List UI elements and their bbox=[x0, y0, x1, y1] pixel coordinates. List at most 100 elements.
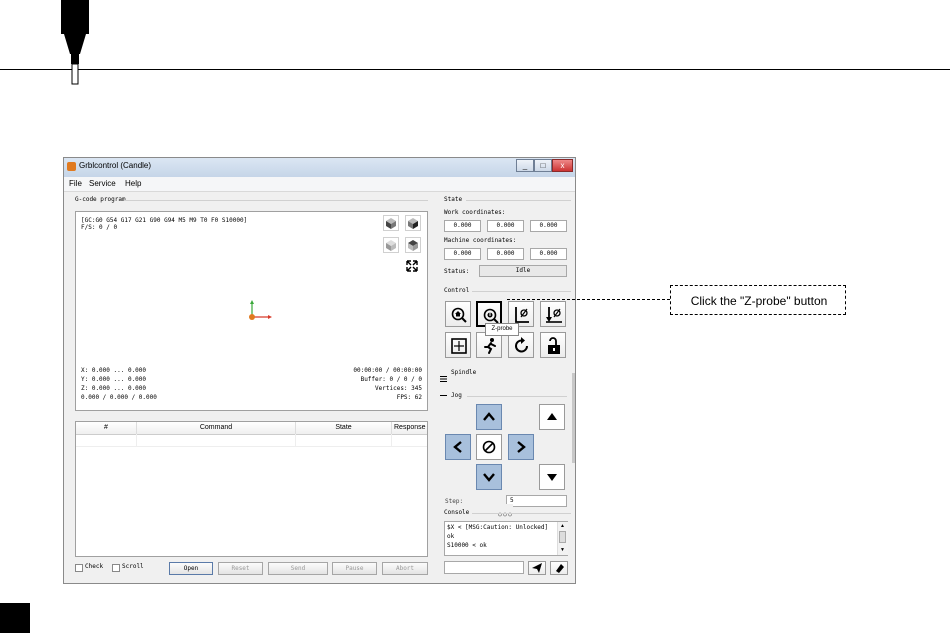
page-corner-block bbox=[0, 603, 30, 633]
collapse-icon[interactable] bbox=[440, 395, 447, 396]
chevron-up-icon bbox=[483, 412, 495, 421]
gcode-group-title: G-code program bbox=[75, 196, 126, 203]
control-group-title: Control bbox=[444, 287, 470, 294]
title-bar[interactable]: Grblcontrol (Candle) _ □ x bbox=[64, 158, 575, 177]
triangle-down-icon bbox=[547, 474, 557, 481]
app-icon bbox=[67, 162, 76, 171]
cell-divider bbox=[391, 434, 392, 446]
jog-stop-button[interactable] bbox=[476, 434, 502, 460]
group-divider bbox=[467, 396, 567, 397]
menu-service[interactable]: Service bbox=[89, 179, 116, 188]
clear-console-button[interactable] bbox=[550, 561, 568, 575]
unlock-icon bbox=[548, 337, 560, 354]
pause-button[interactable]: Pause bbox=[332, 562, 377, 575]
column-header-response[interactable]: Response bbox=[392, 422, 427, 434]
work-y-field: 0.000 bbox=[487, 220, 524, 232]
chevron-right-icon bbox=[517, 441, 526, 453]
console-output[interactable]: $X < [MSG:Caution: Unlocked] ok S10000 <… bbox=[444, 521, 568, 556]
jog-y-plus-button[interactable] bbox=[476, 404, 502, 430]
visualizer-view[interactable]: [GC:G0 G54 G17 G21 G90 G94 M5 M9 T0 F0 S… bbox=[75, 211, 428, 411]
console-command-input[interactable] bbox=[444, 561, 524, 574]
home-icon bbox=[451, 307, 467, 323]
scroll-label: Scroll bbox=[122, 563, 144, 570]
scroll-down-icon[interactable]: ▼ bbox=[560, 547, 565, 553]
jog-step-field[interactable]: 5 bbox=[506, 495, 567, 507]
view-front-button[interactable] bbox=[383, 237, 399, 253]
jog-x-minus-button[interactable] bbox=[445, 434, 471, 460]
parser-state-text: [GC:G0 G54 G17 G21 G90 G94 M5 M9 T0 F0 S… bbox=[81, 217, 248, 224]
feed-speed-text: F/S: 0 / 0 bbox=[81, 224, 118, 231]
reset-button[interactable]: Reset bbox=[218, 562, 263, 575]
cube-view-icon bbox=[386, 218, 396, 229]
paper-plane-icon bbox=[532, 563, 542, 573]
cell-divider bbox=[295, 434, 296, 446]
table-row[interactable] bbox=[76, 434, 427, 447]
eraser-icon bbox=[556, 564, 564, 573]
cube-view-icon bbox=[408, 240, 418, 251]
jog-step-label: Step: bbox=[445, 498, 464, 505]
menu-bar: File Service Help bbox=[64, 177, 575, 192]
group-divider bbox=[472, 513, 571, 514]
home-button[interactable] bbox=[445, 301, 471, 327]
view-iso-left-button[interactable] bbox=[383, 215, 399, 231]
work-coordinates-label: Work coordinates: bbox=[444, 209, 506, 216]
check-checkbox[interactable] bbox=[75, 564, 83, 572]
open-button[interactable]: Open bbox=[169, 562, 213, 575]
spindle-group-title[interactable]: Spindle bbox=[451, 369, 476, 376]
triangle-up-icon bbox=[547, 413, 557, 420]
unlock-button[interactable] bbox=[540, 332, 566, 358]
view-iso-right-button[interactable] bbox=[405, 215, 421, 231]
cube-view-icon bbox=[386, 240, 396, 251]
console-line: $X < [MSG:Caution: Unlocked] bbox=[447, 524, 549, 531]
hamburger-icon bbox=[440, 376, 447, 382]
minimize-button[interactable]: _ bbox=[516, 159, 534, 172]
scroll-up-icon[interactable]: ▲ bbox=[560, 523, 565, 529]
abort-button[interactable]: Abort bbox=[382, 562, 428, 575]
machine-y-field: 0.000 bbox=[487, 248, 524, 260]
range-z-text: Z: 0.000 ... 0.000 bbox=[81, 385, 147, 392]
jog-y-minus-button[interactable] bbox=[476, 464, 502, 490]
buffer-text: Buffer: 0 / 0 / 0 bbox=[360, 376, 422, 383]
state-group-title: State bbox=[444, 196, 463, 203]
work-z-field: 0.000 bbox=[530, 220, 567, 232]
column-header-state[interactable]: State bbox=[296, 422, 392, 434]
group-divider bbox=[472, 291, 571, 292]
maximize-button[interactable]: □ bbox=[534, 159, 552, 172]
scroll-thumb[interactable] bbox=[559, 531, 566, 543]
callout-leader-line bbox=[507, 299, 670, 300]
jog-x-plus-button[interactable] bbox=[508, 434, 534, 460]
z-probe-tooltip: Z-probe bbox=[485, 323, 519, 336]
console-scrollbar[interactable]: ▲ ▼ bbox=[557, 522, 568, 555]
jog-z-plus-button[interactable] bbox=[539, 404, 565, 430]
program-table[interactable]: # Command State Response bbox=[75, 421, 428, 557]
group-divider bbox=[124, 200, 428, 201]
jog-group-title[interactable]: Jog bbox=[451, 392, 462, 399]
panel-scrollbar[interactable] bbox=[572, 373, 575, 463]
send-command-button[interactable] bbox=[528, 561, 546, 575]
column-header-number[interactable]: # bbox=[76, 422, 137, 434]
range-y-text: Y: 0.000 ... 0.000 bbox=[81, 376, 147, 383]
splitter-handle[interactable] bbox=[497, 504, 513, 517]
splitter-handle[interactable] bbox=[242, 413, 258, 426]
expand-icon bbox=[406, 260, 418, 272]
menu-help[interactable]: Help bbox=[125, 179, 141, 188]
running-man-icon bbox=[484, 338, 496, 354]
status-label: Status: bbox=[444, 268, 470, 275]
menu-icon[interactable] bbox=[440, 369, 447, 382]
send-button[interactable]: Send bbox=[268, 562, 328, 575]
check-label: Check bbox=[85, 563, 104, 570]
menu-file[interactable]: File bbox=[69, 179, 82, 188]
scroll-checkbox[interactable] bbox=[112, 564, 120, 572]
elapsed-time-text: 00:00:00 / 00:00:00 bbox=[353, 367, 422, 374]
column-header-command[interactable]: Command bbox=[137, 422, 296, 434]
close-button[interactable]: x bbox=[552, 159, 573, 172]
jog-z-minus-button[interactable] bbox=[539, 464, 565, 490]
restore-origin-button[interactable] bbox=[445, 332, 471, 358]
view-top-button[interactable] bbox=[405, 237, 421, 253]
range-x-text: X: 0.000 ... 0.000 bbox=[81, 367, 147, 374]
zero-z-button[interactable] bbox=[540, 301, 566, 327]
fit-view-button[interactable] bbox=[405, 259, 421, 275]
machine-x-field: 0.000 bbox=[444, 248, 481, 260]
work-x-field: 0.000 bbox=[444, 220, 481, 232]
console-group-title: Console bbox=[444, 509, 470, 516]
